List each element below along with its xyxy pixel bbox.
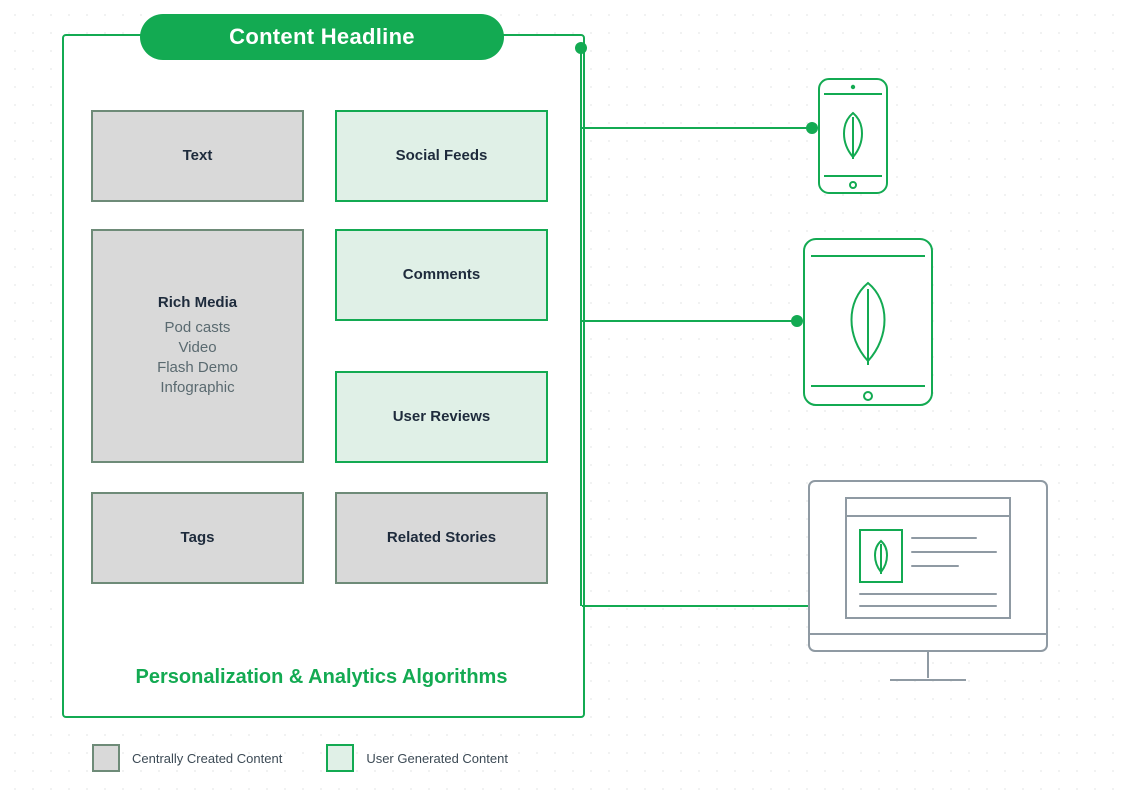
- box-social-title: Social Feeds: [396, 146, 488, 166]
- box-related-title: Related Stories: [387, 528, 496, 548]
- box-tags-title: Tags: [181, 528, 215, 548]
- legend-swatch-central: [92, 744, 120, 772]
- legend-label-ugc: User Generated Content: [366, 751, 508, 766]
- box-comments-title: Comments: [403, 265, 481, 285]
- legend-central: Centrally Created Content: [92, 744, 282, 772]
- legend-swatch-ugc: [326, 744, 354, 772]
- box-comments: Comments: [335, 229, 548, 321]
- legend-label-central: Centrally Created Content: [132, 751, 282, 766]
- connector-vertical: [580, 48, 582, 606]
- box-reviews-title: User Reviews: [393, 407, 491, 427]
- device-phone-icon: [818, 78, 888, 194]
- content-headline: Content Headline: [140, 14, 504, 60]
- connector-dot-tablet: [791, 315, 803, 327]
- box-user-reviews: User Reviews: [335, 371, 548, 463]
- connector-dot-phone: [806, 122, 818, 134]
- box-rich-media: Rich Media Pod casts Video Flash Demo In…: [91, 229, 304, 463]
- connector-to-tablet: [582, 320, 795, 322]
- box-rich-sub: Pod casts Video Flash Demo Infographic: [157, 318, 238, 399]
- legend-ugc: User Generated Content: [326, 744, 508, 772]
- box-social-feeds: Social Feeds: [335, 110, 548, 202]
- box-tags: Tags: [91, 492, 304, 584]
- box-related-stories: Related Stories: [335, 492, 548, 584]
- device-tablet-icon: [803, 238, 933, 406]
- box-rich-title: Rich Media: [158, 293, 237, 313]
- legend: Centrally Created Content User Generated…: [92, 744, 508, 772]
- box-text-title: Text: [183, 146, 213, 166]
- connector-origin-dot: [575, 42, 587, 54]
- box-text: Text: [91, 110, 304, 202]
- connector-to-phone: [582, 127, 810, 129]
- device-desktop-icon: [808, 480, 1048, 694]
